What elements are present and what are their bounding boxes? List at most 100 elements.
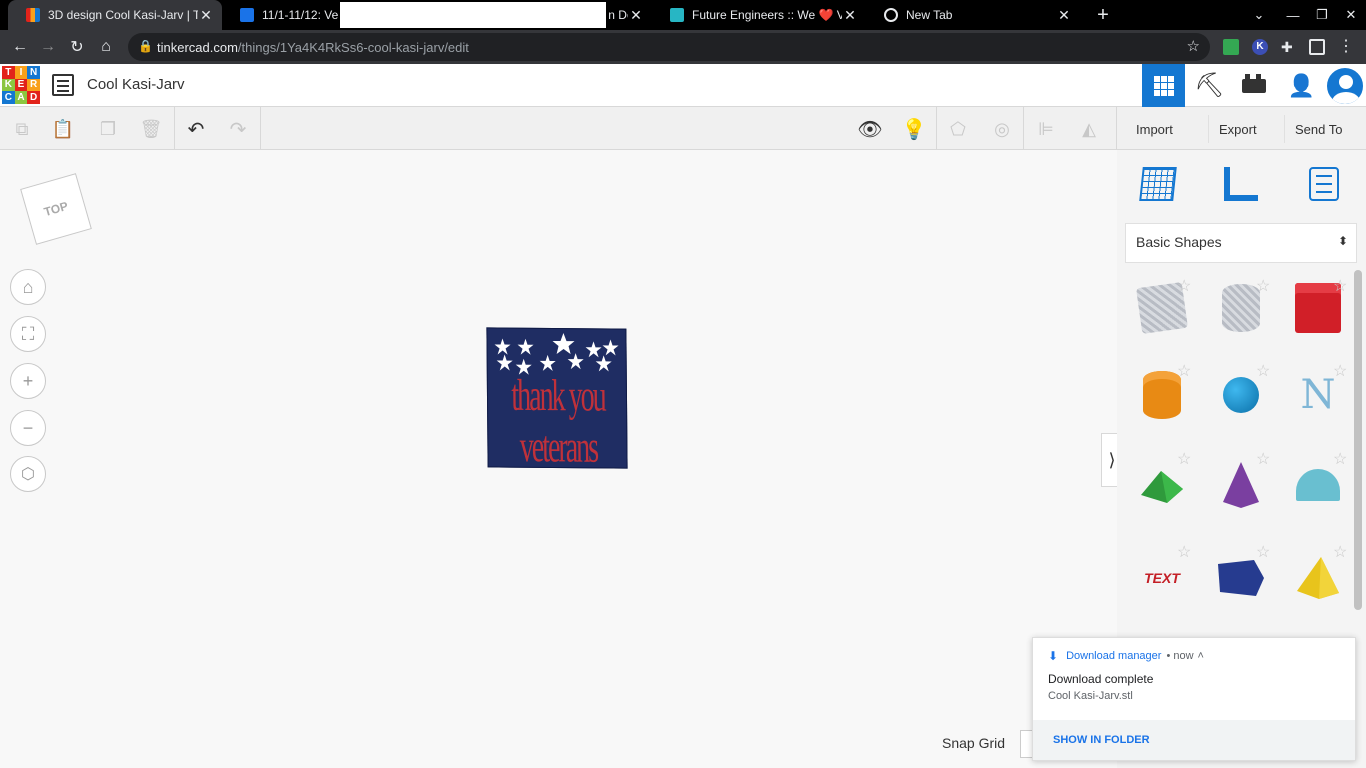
shape-category-select[interactable]: Basic Shapes ⬍ [1125, 223, 1357, 263]
new-tab-button[interactable]: + [1088, 0, 1118, 30]
forward-arrow-icon[interactable]: → [36, 35, 60, 59]
home-view-icon[interactable]: ⌂ [10, 269, 46, 305]
address-bar[interactable]: 🔒 tinkercad.com/things/1Ya4K4RkSs6-cool-… [128, 33, 1210, 61]
download-icon: ⬇ [1048, 649, 1059, 663]
paste-icon[interactable]: 📋 [49, 115, 77, 143]
favorite-star-icon[interactable]: ☆ [1177, 276, 1191, 296]
favorite-star-icon[interactable]: ☆ [1333, 542, 1347, 562]
k-extension-icon[interactable]: K [1252, 39, 1268, 55]
mirror-icon[interactable]: ◭ [1075, 115, 1103, 143]
favorite-star-icon[interactable]: ☆ [1333, 361, 1347, 381]
tab-new-tab[interactable]: New Tab ✕ [866, 0, 1080, 30]
redo-icon[interactable]: ↷ [224, 115, 252, 143]
close-icon[interactable]: ✕ [628, 7, 644, 24]
minimize-icon[interactable]: — [1278, 0, 1308, 30]
favorite-star-icon[interactable]: ☆ [1256, 449, 1270, 469]
tab-future-engineers[interactable]: Future Engineers :: We ❤️ Vetera ✕ [652, 0, 866, 30]
bricks-icon[interactable] [1232, 64, 1275, 107]
menu-kebab-icon[interactable]: ⋮ [1338, 39, 1354, 55]
close-icon[interactable]: ✕ [1056, 7, 1072, 24]
snap-grid-label: Snap Grid [942, 735, 1006, 751]
show-in-folder-button[interactable]: SHOW IN FOLDER [1053, 734, 1150, 746]
shape-category-value: Basic Shapes [1136, 234, 1222, 250]
favorite-star-icon[interactable]: ☆ [1333, 276, 1347, 296]
logo-letter: D [27, 91, 40, 104]
export-button[interactable]: Export [1208, 115, 1267, 143]
download-time: • now [1166, 650, 1194, 662]
avatar[interactable] [1323, 64, 1366, 107]
favorite-star-icon[interactable]: ☆ [1177, 542, 1191, 562]
download-footer: SHOW IN FOLDER [1033, 720, 1355, 760]
app-header: T I N K E R C A D Cool Kasi-Jarv ⛏ 👤 [0, 64, 1366, 107]
tab-title: 11/1-11/12: Ve [262, 8, 339, 22]
fit-all-icon[interactable]: ⛶ [10, 316, 46, 352]
download-header: ⬇ Download manager • now ˄ [1048, 649, 1204, 663]
download-bubble: ⬇ Download manager • now ˄ Download comp… [1032, 637, 1356, 761]
tab-tinkercad[interactable]: 3D design Cool Kasi-Jarv | Tinke ✕ [8, 0, 222, 30]
ruler-icon[interactable] [1219, 162, 1263, 206]
shapes-scrollbar[interactable] [1354, 270, 1362, 610]
group-icon[interactable]: ⬠ [944, 115, 972, 143]
favorite-star-icon[interactable]: ☆ [1177, 361, 1191, 381]
close-icon[interactable]: ✕ [198, 7, 214, 24]
undo-icon[interactable]: ↶ [182, 115, 210, 143]
3d-view-grid-icon[interactable] [1142, 64, 1185, 107]
chevron-up-icon[interactable]: ˄ [1198, 650, 1204, 662]
delete-trash-icon[interactable]: 🗑 [137, 115, 165, 143]
favorite-star-icon[interactable]: ☆ [1177, 449, 1191, 469]
send-to-button[interactable]: Send To [1284, 115, 1352, 143]
logo-letter: N [27, 66, 40, 79]
favorite-star-icon[interactable]: ☆ [1256, 542, 1270, 562]
design-list-icon[interactable] [52, 74, 74, 96]
show-all-eye-icon[interactable]: 👁 [856, 115, 884, 143]
view-cube[interactable]: TOP [20, 173, 92, 245]
chrome-favicon-icon [884, 8, 898, 22]
divider [1116, 107, 1117, 150]
restore-icon[interactable]: ❐ [1307, 0, 1337, 30]
bookmark-star-icon[interactable]: ☆ [1187, 37, 1200, 55]
pickaxe-icon[interactable]: ⛏ [1188, 64, 1231, 107]
back-arrow-icon[interactable]: ← [8, 35, 32, 59]
favorite-star-icon[interactable]: ☆ [1256, 361, 1270, 381]
logo-letter: A [14, 91, 28, 104]
workplane-grid-icon[interactable] [1136, 162, 1180, 206]
download-manager-link[interactable]: Download manager [1066, 650, 1161, 662]
duplicate-icon[interactable]: ❐ [94, 115, 122, 143]
tab-title: New Tab [906, 8, 953, 22]
tab-search-chevron-icon[interactable]: ⌄ [1244, 0, 1274, 30]
divider [174, 107, 175, 150]
close-icon[interactable]: ✕ [842, 7, 858, 24]
home-icon[interactable]: ⌂ [94, 35, 118, 59]
classroom-extension-icon[interactable] [1223, 39, 1239, 55]
import-button[interactable]: Import [1126, 115, 1183, 143]
lightbulb-icon[interactable]: 💡 [900, 115, 928, 143]
tab-classroom[interactable]: 11/1-11/12: Ve n Desig ✕ [222, 0, 652, 30]
perspective-icon[interactable]: ⬡ [10, 456, 46, 492]
favorite-star-icon[interactable]: ☆ [1256, 276, 1270, 296]
design-shape-plaque[interactable]: thank you veterans [486, 327, 628, 469]
zoom-in-icon[interactable]: + [10, 363, 46, 399]
reload-icon[interactable]: ↻ [65, 35, 89, 59]
download-filename: Cool Kasi-Jarv.stl [1048, 690, 1133, 702]
future-engineers-favicon-icon [670, 8, 684, 22]
tab-title: Future Engineers :: We ❤️ Vetera [692, 8, 842, 22]
copy-icon[interactable]: ⧉ [8, 115, 36, 143]
logo-letter: R [27, 78, 40, 92]
ungroup-icon[interactable]: ◎ [988, 115, 1016, 143]
design-title[interactable]: Cool Kasi-Jarv [87, 76, 185, 93]
invite-user-icon[interactable]: 👤 [1280, 64, 1323, 107]
logo-letter: T [2, 66, 15, 79]
align-icon[interactable]: ⊫ [1032, 115, 1060, 143]
logo-letter: C [2, 91, 15, 104]
tab-title-suffix: n Desig [608, 8, 628, 22]
notes-icon[interactable] [1302, 162, 1346, 206]
extensions-puzzle-icon[interactable]: ✚ [1281, 39, 1297, 55]
window-close-icon[interactable]: ✕ [1336, 0, 1366, 30]
tinkercad-favicon-icon [26, 8, 40, 22]
zoom-out-icon[interactable]: − [10, 410, 46, 446]
url-text: tinkercad.com/things/1Ya4K4RkSs6-cool-ka… [157, 40, 469, 55]
cast-icon[interactable] [1309, 39, 1325, 55]
favorite-star-icon[interactable]: ☆ [1333, 449, 1347, 469]
download-status: Download complete [1048, 672, 1154, 686]
tinkercad-logo[interactable]: T I N K E R C A D [2, 66, 40, 104]
